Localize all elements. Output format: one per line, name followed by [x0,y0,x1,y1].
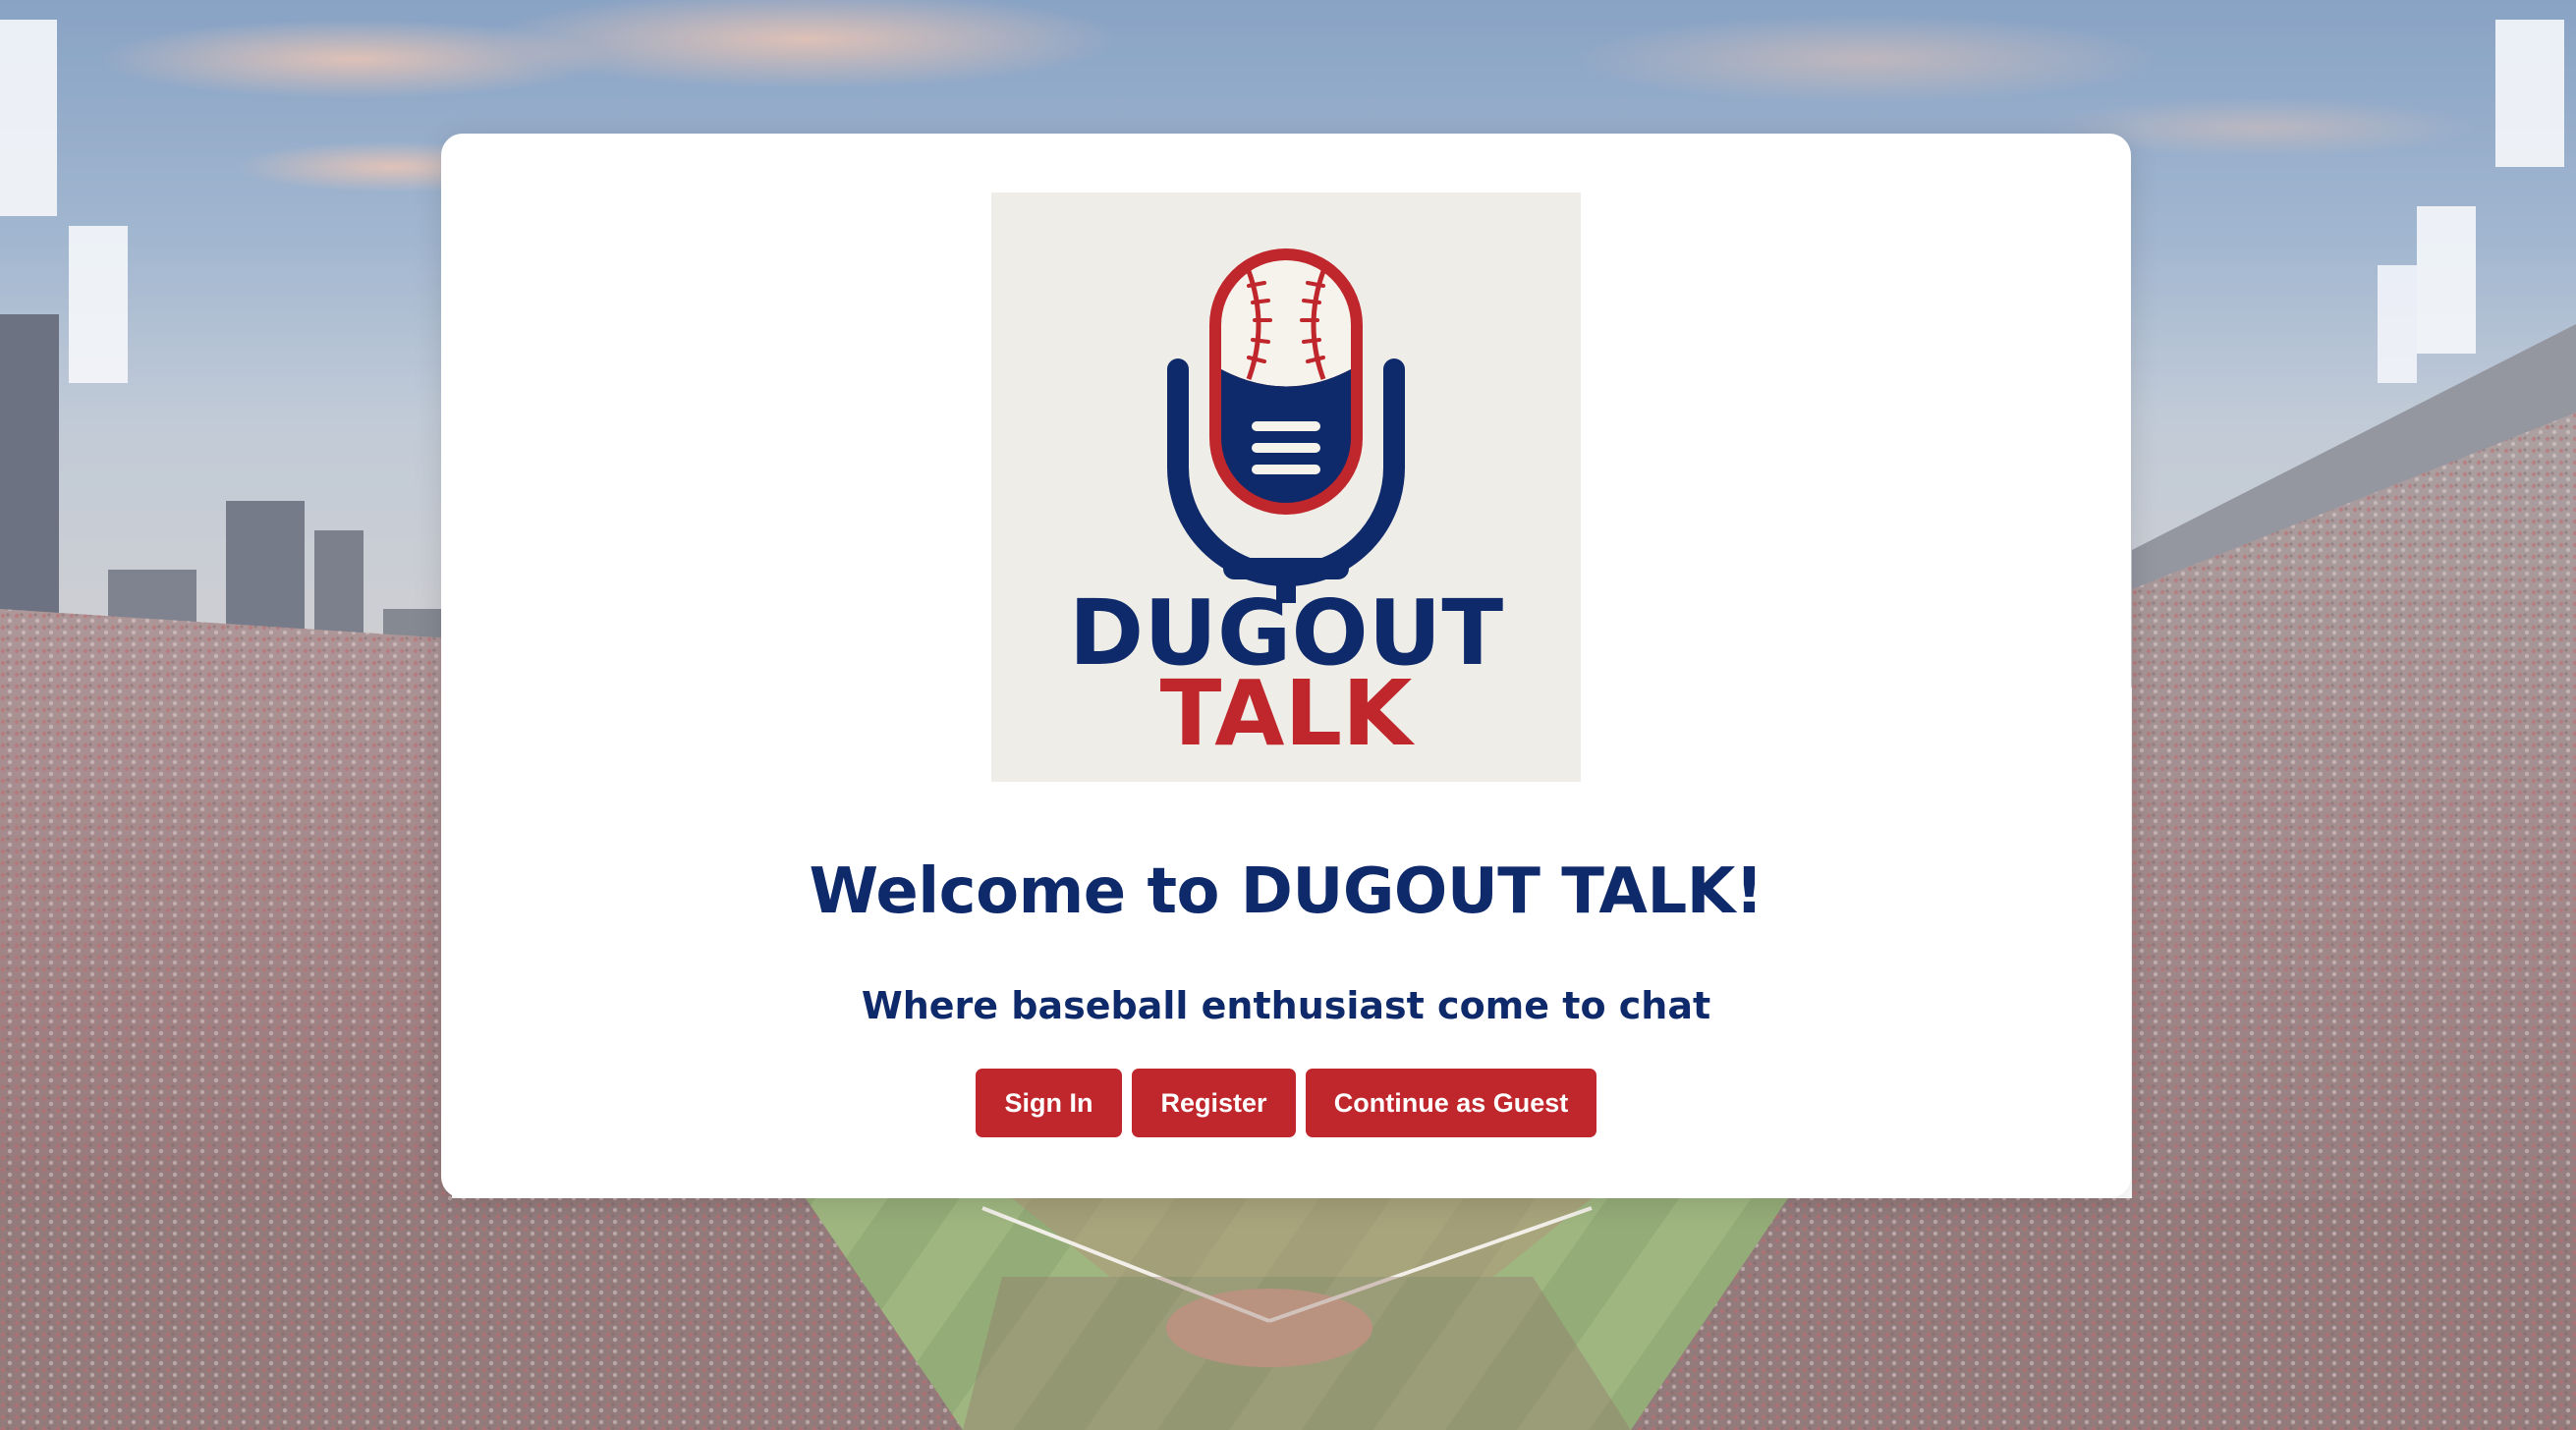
welcome-title: Welcome to DUGOUT TALK! [809,855,1764,928]
dugout-talk-logo: DUGOUT TALK [991,192,1581,782]
action-buttons: Sign In Register Continue as Guest [441,1069,2131,1137]
logo-text-talk: TALK [1160,661,1416,766]
continue-as-guest-button[interactable]: Continue as Guest [1306,1069,1596,1137]
register-button[interactable]: Register [1132,1069,1296,1137]
tagline: Where baseball enthusiast come to chat [861,984,1711,1027]
welcome-card: DUGOUT TALK Welcome to DUGOUT TALK! Wher… [441,134,2131,1198]
sign-in-button[interactable]: Sign In [976,1069,1122,1137]
